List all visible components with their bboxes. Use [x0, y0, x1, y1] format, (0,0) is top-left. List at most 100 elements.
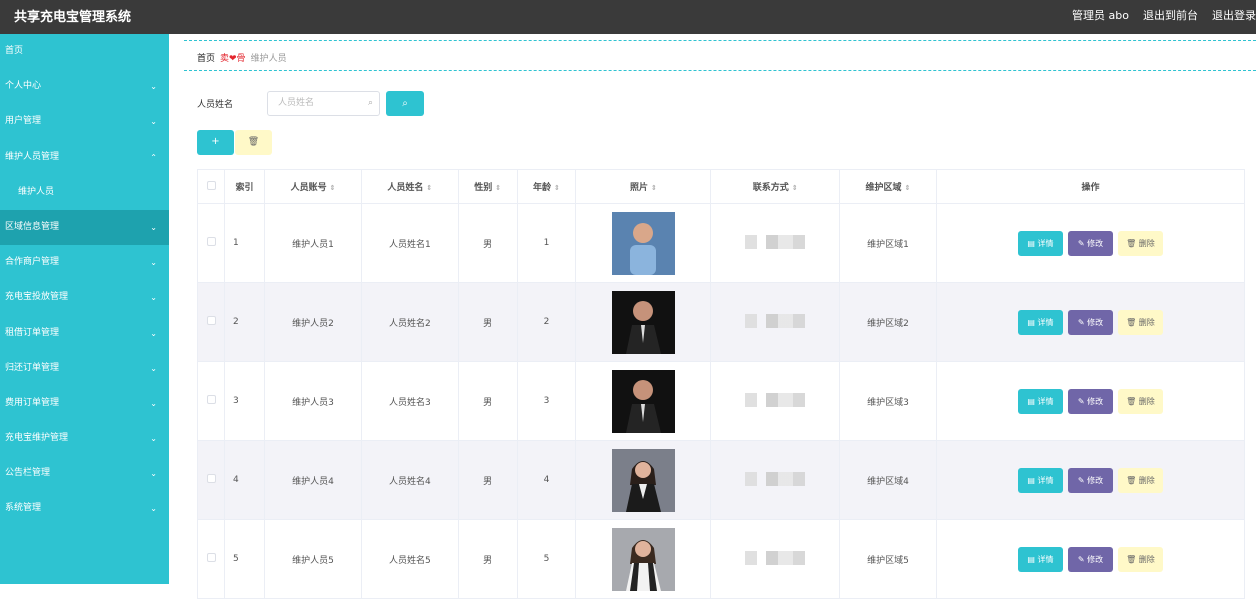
admin-user[interactable]: 管理员 abo [1072, 7, 1129, 23]
sidebar-subitem-maintainer[interactable]: 维护人员 [0, 175, 169, 210]
logout-link[interactable]: 退出登录 [1212, 7, 1256, 23]
search-input[interactable]: 人员姓名 ⌕ [267, 91, 380, 116]
column-label: 联系方式 [752, 183, 789, 193]
sidebar-item-label: 归还订单管理 [5, 362, 60, 373]
sort-icon[interactable]: ⇕ [554, 184, 560, 192]
sort-icon[interactable]: ⇕ [792, 184, 798, 192]
person-photo[interactable] [611, 290, 675, 354]
row-checkbox[interactable] [206, 474, 216, 483]
sidebar-item-notices[interactable]: 公告栏管理 ⌄ [0, 456, 169, 491]
cell-area: 维护区域1 [839, 203, 937, 283]
sort-icon[interactable]: ⇕ [330, 184, 336, 192]
sort-icon[interactable]: ⇕ [651, 184, 657, 192]
sort-icon[interactable]: ⇕ [495, 184, 501, 192]
cell-photo [575, 361, 712, 441]
sidebar-item-deploy[interactable]: 充电宝投放管理 ⌄ [0, 280, 169, 315]
detail-button[interactable]: ▤ 详情 [1017, 388, 1063, 414]
delete-button[interactable]: 🗑 删除 [1117, 546, 1163, 572]
breadcrumb-home[interactable]: 首页 [197, 51, 215, 64]
batch-delete-button[interactable]: 🗑 [235, 130, 272, 155]
sidebar-item-fee-orders[interactable]: 费用订单管理 ⌄ [0, 386, 169, 421]
person-photo[interactable] [611, 527, 675, 591]
sidebar-item-maintenance[interactable]: 充电宝维护管理 ⌄ [0, 421, 169, 456]
row-checkbox[interactable] [206, 237, 216, 246]
search-button[interactable]: ⌕ [386, 91, 424, 116]
cell-actions: ▤ 详情 ✎ 修改 🗑 删除 [935, 361, 1246, 441]
sidebar-item-merchants[interactable]: 合作商户管理 ⌄ [0, 245, 169, 280]
column-header[interactable]: 照片 ⇕ [575, 169, 712, 204]
delete-button[interactable]: 🗑 删除 [1117, 467, 1163, 493]
column-header[interactable]: 性别 ⇕ [457, 169, 518, 204]
sidebar-item-profile[interactable]: 个人中心 ⌄ [0, 69, 169, 104]
column-header[interactable]: 人员账号 ⇕ [264, 169, 362, 204]
cell-area: 维护区域5 [839, 519, 937, 599]
row-checkbox[interactable] [206, 553, 216, 562]
column-header[interactable]: 维护区域 ⇕ [839, 169, 937, 204]
detail-button[interactable]: ▤ 详情 [1017, 309, 1063, 335]
cell-age: 2 [516, 282, 577, 362]
sidebar-item-rent-orders[interactable]: 租借订单管理 ⌄ [0, 316, 169, 351]
person-photo[interactable] [611, 448, 675, 512]
sidebar-item-label: 租借订单管理 [5, 327, 60, 338]
sidebar-item-users[interactable]: 用户管理 ⌄ [0, 104, 169, 139]
cell-gender: 男 [457, 440, 518, 520]
edit-button[interactable]: ✎ 修改 [1067, 230, 1113, 256]
cell-name: 人员姓名4 [360, 440, 459, 520]
chevron-down-icon: ⌄ [150, 363, 157, 373]
edit-button[interactable]: ✎ 修改 [1067, 309, 1113, 335]
select-all-checkbox[interactable] [206, 180, 216, 190]
column-header[interactable]: 年龄 ⇕ [516, 169, 577, 204]
row-select-cell [197, 519, 225, 599]
row-select-cell [197, 282, 225, 362]
table-row: 1 维护人员1 人员姓名1 男 1 维护区域1 ▤ 详情 ✎ 修改 🗑 删除 [197, 203, 1246, 283]
cell-contact [710, 519, 841, 599]
cell-account: 维护人员4 [264, 440, 362, 520]
cell-account: 维护人员3 [264, 361, 362, 441]
person-photo[interactable] [611, 211, 675, 275]
sidebar-item-home[interactable]: 首页 [0, 34, 169, 69]
sidebar-item-system[interactable]: 系统管理 ⌄ [0, 491, 169, 526]
edit-button[interactable]: ✎ 修改 [1067, 546, 1113, 572]
column-header[interactable]: 联系方式 ⇕ [710, 169, 841, 204]
cell-photo [575, 519, 712, 599]
cell-actions: ▤ 详情 ✎ 修改 🗑 删除 [935, 440, 1246, 520]
blurred-contact [745, 471, 806, 486]
cell-actions: ▤ 详情 ✎ 修改 🗑 删除 [935, 282, 1246, 362]
sidebar-item-regions[interactable]: 区域信息管理 ⌄ [0, 209, 169, 246]
column-label: 人员姓名 [387, 183, 424, 193]
person-photo[interactable] [611, 369, 675, 433]
cell-photo [575, 282, 712, 362]
cell-gender: 男 [457, 519, 518, 599]
sidebar-item-label: 充电宝投放管理 [5, 292, 69, 303]
select-all-cell [197, 169, 225, 204]
detail-button[interactable]: ▤ 详情 [1017, 546, 1063, 572]
sort-icon[interactable]: ⇕ [905, 184, 911, 192]
cell-actions: ▤ 详情 ✎ 修改 🗑 删除 [935, 519, 1246, 599]
chevron-down-icon: ⌄ [150, 469, 157, 479]
sidebar-item-return-orders[interactable]: 归还订单管理 ⌄ [0, 351, 169, 386]
chevron-down-icon: ⌄ [150, 82, 157, 92]
cell-name: 人员姓名3 [360, 361, 459, 441]
edit-button[interactable]: ✎ 修改 [1067, 467, 1113, 493]
detail-button[interactable]: ▤ 详情 [1017, 230, 1063, 256]
delete-button[interactable]: 🗑 删除 [1117, 309, 1163, 335]
sidebar-item-label: 用户管理 [5, 116, 42, 127]
sidebar-item-label: 公告栏管理 [5, 468, 51, 479]
column-label: 维护区域 [865, 183, 902, 193]
cell-gender: 男 [457, 203, 518, 283]
sidebar-item-maintainers[interactable]: 维护人员管理 ⌃ [0, 140, 169, 175]
cell-index: 5 [223, 519, 266, 599]
sort-icon[interactable]: ⇕ [426, 184, 432, 192]
delete-button[interactable]: 🗑 删除 [1117, 388, 1163, 414]
back-to-front-link[interactable]: 退出到前台 [1143, 7, 1198, 23]
row-checkbox[interactable] [206, 316, 216, 325]
row-checkbox[interactable] [206, 395, 216, 404]
column-header[interactable]: 人员姓名 ⇕ [360, 169, 459, 204]
cell-age: 5 [516, 519, 577, 599]
edit-button[interactable]: ✎ 修改 [1067, 388, 1113, 414]
delete-button[interactable]: 🗑 删除 [1117, 230, 1163, 256]
blurred-contact [745, 550, 806, 565]
detail-button[interactable]: ▤ 详情 [1017, 467, 1063, 493]
add-button[interactable]: + [197, 130, 234, 155]
cell-area: 维护区域2 [839, 282, 937, 362]
